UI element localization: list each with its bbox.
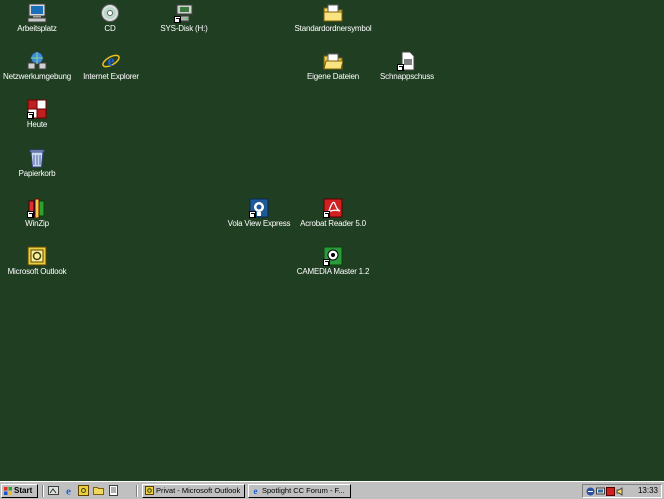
- desktop-icon-label: Standardordnersymbol: [294, 24, 372, 33]
- start-button[interactable]: Start: [1, 484, 38, 498]
- task-label: Spotlight CC Forum - F...: [262, 486, 345, 495]
- network-icon: [27, 51, 47, 71]
- shortcut-arrow-icon: [27, 112, 34, 119]
- camera-icon: [323, 246, 343, 266]
- cd-icon: [100, 3, 120, 23]
- network-status-icon[interactable]: [586, 487, 595, 496]
- outlook-icon: [27, 246, 47, 266]
- acrobat-icon: [323, 198, 343, 218]
- desktop-icon-label: Eigene Dateien: [307, 72, 359, 81]
- recycle-bin-icon: [27, 148, 47, 168]
- volume-icon[interactable]: [616, 487, 625, 496]
- outlook-icon: [145, 486, 154, 495]
- desktop-icon-label: Papierkorb: [18, 169, 56, 178]
- show-desktop-icon[interactable]: [48, 485, 59, 496]
- desktop-icon-camedia-master[interactable]: CAMEDIA Master 1.2: [291, 245, 375, 289]
- document-icon[interactable]: [108, 485, 119, 496]
- desktop-icon-label: CD: [104, 24, 116, 33]
- desktop-icon-label: Heute: [26, 120, 48, 129]
- desktop-icon-cd[interactable]: CD: [68, 2, 152, 46]
- desktop-icon-label: Internet Explorer: [83, 72, 139, 81]
- desktop-icon-label: SYS-Disk (H:): [160, 24, 208, 33]
- desktop-icon-label: Schnappschuss: [380, 72, 434, 81]
- document-icon: [397, 51, 417, 71]
- desktop-icon-label: Vola View Express: [227, 219, 291, 228]
- taskbar-button-browser[interactable]: e Spotlight CC Forum - F...: [248, 484, 351, 498]
- shortcut-arrow-icon: [323, 211, 330, 218]
- desktop-icon-vola-view-express[interactable]: Vola View Express: [217, 197, 301, 241]
- desktop-icon-default-folder[interactable]: Standardordnersymbol: [291, 2, 375, 46]
- svg-text:e: e: [254, 486, 258, 495]
- desktop-icon-label: CAMEDIA Master 1.2: [296, 267, 370, 276]
- desktop-icon-network-drive[interactable]: SYS-Disk (H:): [142, 2, 226, 46]
- internet-explorer-icon: e: [254, 486, 258, 495]
- internet-explorer-icon[interactable]: e: [63, 485, 74, 497]
- taskbar: Start e Privat - Microsoft Outlook e Spo…: [0, 481, 664, 499]
- shortcut-arrow-icon: [323, 259, 330, 266]
- red-status-icon[interactable]: [606, 487, 615, 496]
- taskbar-button-outlook[interactable]: Privat - Microsoft Outlook: [142, 484, 245, 498]
- shortcut-arrow-icon: [174, 16, 181, 23]
- desktop-icon-label: Microsoft Outlook: [7, 267, 67, 276]
- desktop-icon-internet-explorer[interactable]: e Internet Explorer: [69, 50, 153, 94]
- shortcut-arrow-icon: [27, 211, 34, 218]
- display-settings-icon[interactable]: [596, 487, 605, 496]
- windows-logo-icon: [4, 487, 12, 495]
- folder-icon: [323, 3, 343, 23]
- desktop-icon-recycle-bin[interactable]: Papierkorb: [0, 147, 79, 191]
- desktop: Arbeitsplatz CD SYS-Disk (H:) Standardor…: [0, 0, 664, 481]
- desktop-icon-today[interactable]: Heute: [0, 98, 79, 142]
- desktop-icon-microsoft-outlook[interactable]: Microsoft Outlook: [0, 245, 79, 289]
- shortcut-arrow-icon: [249, 211, 256, 218]
- svg-text:e: e: [107, 53, 114, 70]
- desktop-icon-label: Acrobat Reader 5.0: [300, 219, 366, 228]
- svg-text:e: e: [66, 486, 71, 497]
- computer-icon: [27, 3, 47, 23]
- desktop-icon-label: WinZip: [25, 219, 49, 228]
- viewer-icon: [249, 198, 269, 218]
- open-folder-icon: [323, 51, 344, 71]
- system-tray: 13:33: [582, 484, 662, 498]
- desktop-icon-acrobat-reader[interactable]: Acrobat Reader 5.0: [291, 197, 375, 241]
- desktop-icon-winzip[interactable]: WinZip: [0, 197, 79, 241]
- calendar-icon: [27, 99, 47, 119]
- task-area-separator: [136, 485, 138, 497]
- winzip-icon: [27, 198, 47, 219]
- desktop-icon-snapshot[interactable]: Schnappschuss: [365, 50, 449, 94]
- task-label: Privat - Microsoft Outlook: [156, 486, 241, 495]
- internet-explorer-icon: e: [101, 51, 121, 71]
- network-drive-icon: [174, 3, 194, 23]
- folder-icon[interactable]: [93, 485, 104, 496]
- desktop-icon-label: Netzwerkumgebung: [3, 72, 71, 81]
- outlook-icon[interactable]: [78, 485, 89, 496]
- start-label: Start: [14, 486, 33, 495]
- clock[interactable]: 13:33: [638, 485, 658, 497]
- desktop-icon-my-documents[interactable]: Eigene Dateien: [291, 50, 375, 94]
- shortcut-arrow-icon: [397, 64, 404, 71]
- quick-launch-separator: [42, 485, 44, 497]
- desktop-icon-network[interactable]: Netzwerkumgebung: [0, 50, 79, 94]
